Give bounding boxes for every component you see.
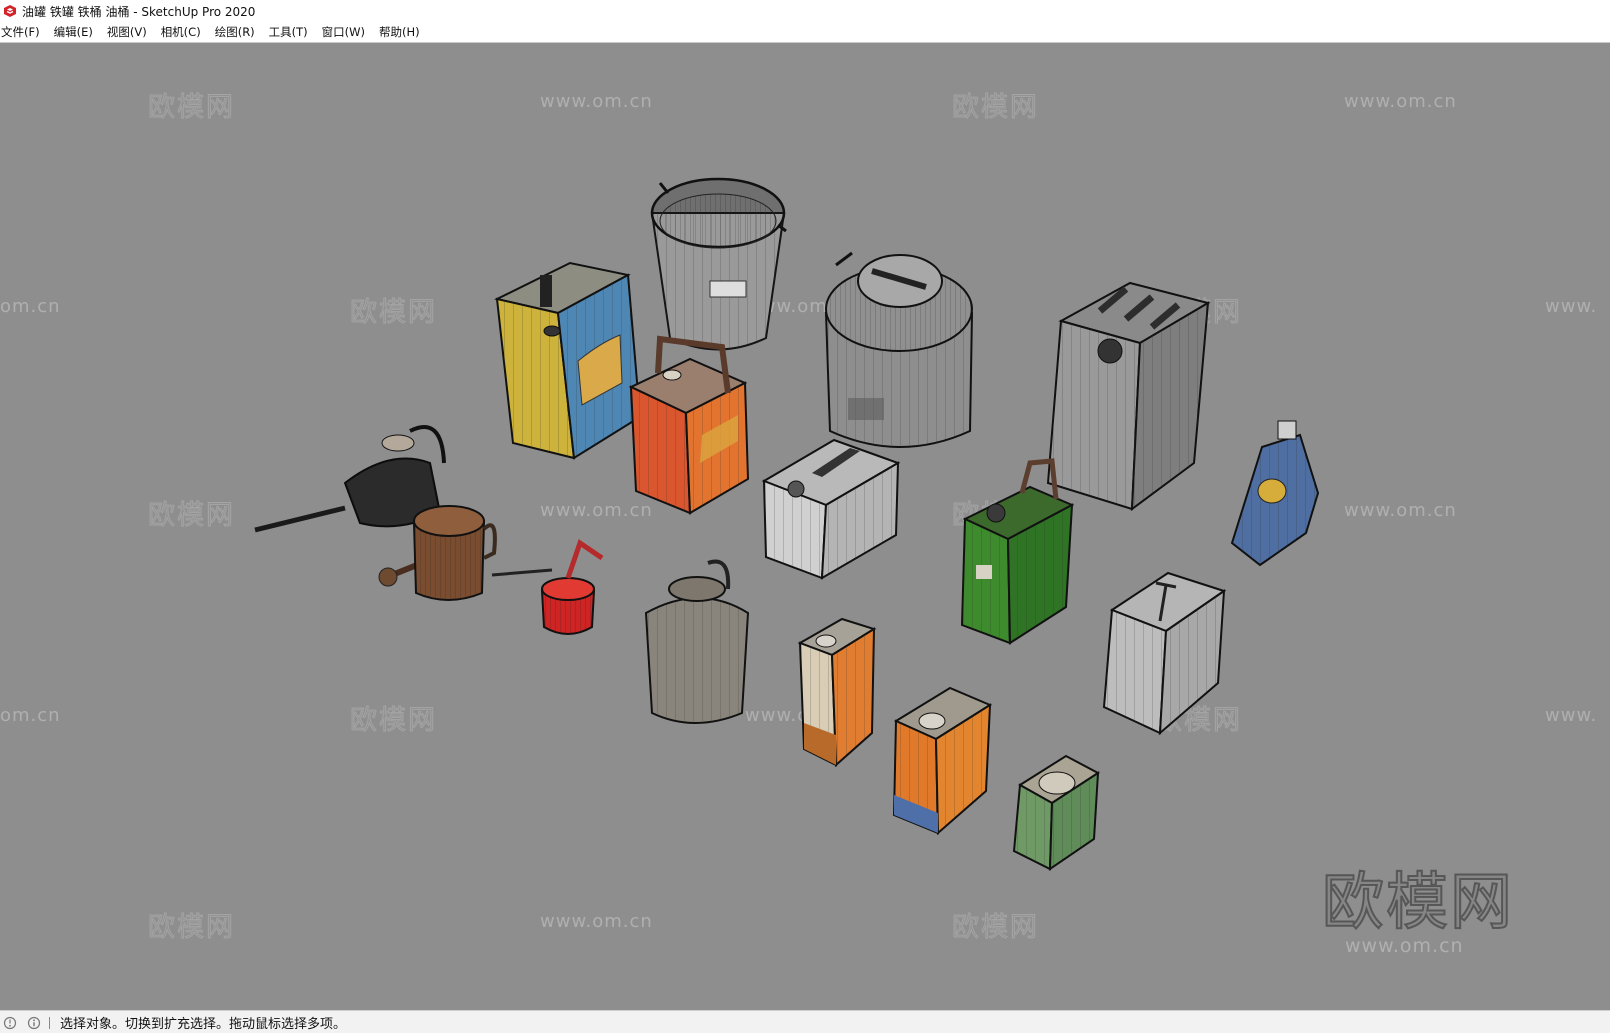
menu-file[interactable]: 文件(F) [0,24,47,40]
menu-window[interactable]: 窗口(W) [321,24,372,40]
menu-edit[interactable]: 编辑(E) [53,24,100,40]
title-bar: 油罐 铁罐 铁桶 油桶 - SketchUp Pro 2020 [0,0,1610,22]
sketchup-logo-icon [4,5,16,17]
menu-camera[interactable]: 相机(C) [160,24,208,40]
status-message: 选择对象。切换到扩充选择。拖动鼠标选择多项。 [60,1017,347,1032]
red-pump-oiler[interactable] [491,539,604,635]
window-title: 油罐 铁罐 铁桶 油桶 - SketchUp Pro 2020 [22,4,256,19]
orange-white-can[interactable] [797,617,877,768]
menu-help[interactable]: 帮助(H) [378,24,427,40]
wire-bucket[interactable] [650,177,787,351]
grey-jerry-can[interactable] [1046,281,1211,512]
black-oiler[interactable] [254,425,446,533]
green-tin[interactable] [1012,754,1100,871]
green-jerry-can[interactable] [960,458,1075,645]
white-tin[interactable] [1102,571,1227,736]
menu-bar: 文件(F) 编辑(E) 视图(V) 相机(C) 绘图(R) 工具(T) 窗口(W… [0,22,1610,42]
blue-oil-bottle[interactable] [1230,420,1320,567]
grey-canister[interactable] [644,559,750,724]
status-bar: 选择对象。切换到扩充选择。拖动鼠标选择多项。 [0,1010,1610,1033]
orange-blue-can[interactable] [892,686,993,836]
silver-box-can[interactable] [761,438,901,580]
status-separator [49,1016,50,1029]
geo-location-icon[interactable] [3,1016,17,1030]
menu-draw[interactable]: 绘图(R) [214,24,262,40]
menu-tools[interactable]: 工具(T) [268,24,315,40]
grey-drum[interactable] [824,251,974,448]
watermark-url-large: www.om.cn [1345,935,1464,957]
watermark-brand-large: 欧模网 [1321,864,1515,939]
yellow-oil-can[interactable] [494,261,642,460]
info-icon[interactable] [27,1016,41,1030]
menu-view[interactable]: 视图(V) [106,24,154,40]
sketchup-window: 油罐 铁罐 铁桶 油桶 - SketchUp Pro 2020 文件(F) 编辑… [0,0,1610,1033]
orange-handle-can[interactable] [628,335,750,515]
model-viewport[interactable]: 欧模网 www.om.cn 欧模网 www.om.cn om.cn 欧模网 ww… [0,43,1610,1010]
